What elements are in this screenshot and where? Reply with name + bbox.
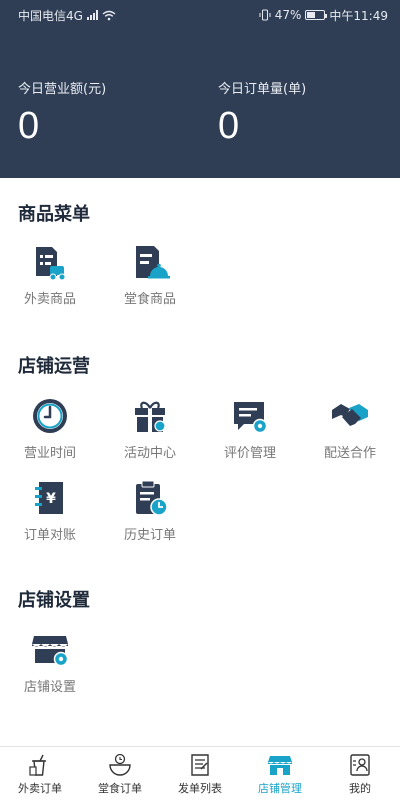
tab-profile[interactable]: 我的 (320, 747, 400, 800)
stat-revenue-label: 今日营业额(元) (18, 82, 107, 97)
operation-item-review-management[interactable]: 评价管理 (200, 392, 300, 474)
takeout-order-icon (29, 754, 46, 776)
history-icon (136, 480, 168, 516)
settings-item-label: 店铺设置 (23, 680, 76, 695)
menu-item-label: 堂食商品 (123, 292, 176, 307)
section-title-operation: 店铺运营 (18, 356, 90, 377)
tab-label: 堂食订单 (98, 781, 142, 795)
menu-item-delivery-goods[interactable]: 外卖商品 (0, 238, 100, 320)
review-icon (234, 402, 268, 434)
operation-item-label: 历史订单 (123, 528, 176, 543)
operation-item-label: 评价管理 (223, 446, 276, 461)
menu-item-dine-in-goods[interactable]: 堂食商品 (100, 238, 200, 320)
stat-revenue-value: 0 (18, 105, 40, 147)
tab-label: 我的 (349, 781, 371, 795)
settings-grid: 店铺设置 (0, 626, 400, 708)
operation-item-label: 活动中心 (123, 446, 176, 461)
operation-item-delivery-cooperation[interactable]: 配送合作 (300, 392, 400, 474)
header-panel: 中国电信4G 47% 中午11:49 今日营业额(元) 0 今日订单量(单) 0 (0, 0, 400, 178)
stat-revenue[interactable]: 今日营业额(元) 0 (0, 78, 200, 148)
clock-icon (33, 399, 67, 433)
operation-item-history-orders[interactable]: 历史订单 (100, 474, 200, 556)
settings-item-shop-settings[interactable]: 店铺设置 (0, 626, 100, 708)
dine-order-icon (109, 753, 131, 776)
stat-orders-value: 0 (218, 105, 240, 147)
stat-orders[interactable]: 今日订单量(单) 0 (200, 78, 400, 148)
stat-orders-label: 今日订单量(单) (218, 82, 307, 97)
operation-item-label: 配送合作 (323, 446, 376, 461)
operation-grid: 营业时间 活动中心 评价管理 配送合作 ¥ 订单对账 历史订单 (0, 392, 400, 556)
dine-in-goods-icon (136, 246, 170, 279)
operation-item-label: 订单对账 (23, 528, 76, 543)
menu-item-label: 外卖商品 (23, 292, 76, 307)
vibrate-icon (259, 9, 271, 21)
section-title-settings: 店铺设置 (18, 590, 90, 611)
status-bar: 中国电信4G 47% 中午11:49 (0, 0, 400, 30)
tab-label: 发单列表 (178, 781, 222, 795)
stats-row: 今日营业额(元) 0 今日订单量(单) 0 (0, 78, 400, 148)
tab-shop-management[interactable]: 店铺管理 (240, 747, 320, 800)
shop-manage-icon (268, 755, 292, 775)
shop-settings-icon (32, 636, 69, 667)
gift-icon (135, 401, 166, 432)
delivery-goods-icon (36, 247, 66, 281)
operation-item-order-reconcile[interactable]: ¥ 订单对账 (0, 474, 100, 556)
operation-item-business-hours[interactable]: 营业时间 (0, 392, 100, 474)
reconcile-icon: ¥ (35, 482, 63, 514)
operation-item-label: 营业时间 (23, 446, 76, 461)
battery-icon (305, 10, 328, 20)
dispatch-list-icon (191, 753, 209, 776)
tab-label: 外卖订单 (18, 781, 62, 795)
tab-takeout-orders[interactable]: 外卖订单 (0, 747, 80, 800)
wifi-icon (102, 10, 116, 20)
menu-grid: 外卖商品 堂食商品 (0, 238, 400, 320)
signal-icon (86, 10, 98, 20)
profile-icon (350, 753, 370, 776)
carrier-label: 中国电信4G (18, 8, 83, 23)
battery-percent: 47% (274, 8, 302, 22)
tab-label: 店铺管理 (258, 781, 302, 795)
operation-item-activity-center[interactable]: 活动中心 (100, 392, 200, 474)
svg-text:¥: ¥ (46, 491, 56, 507)
clock-time: 中午11:49 (329, 8, 388, 23)
handshake-icon (332, 404, 368, 426)
bottom-tab-bar: 外卖订单 堂食订单 发单列表 店铺管理 我的 (0, 746, 400, 800)
section-title-menu: 商品菜单 (18, 204, 90, 225)
tab-dine-orders[interactable]: 堂食订单 (80, 747, 160, 800)
tab-dispatch-list[interactable]: 发单列表 (160, 747, 240, 800)
